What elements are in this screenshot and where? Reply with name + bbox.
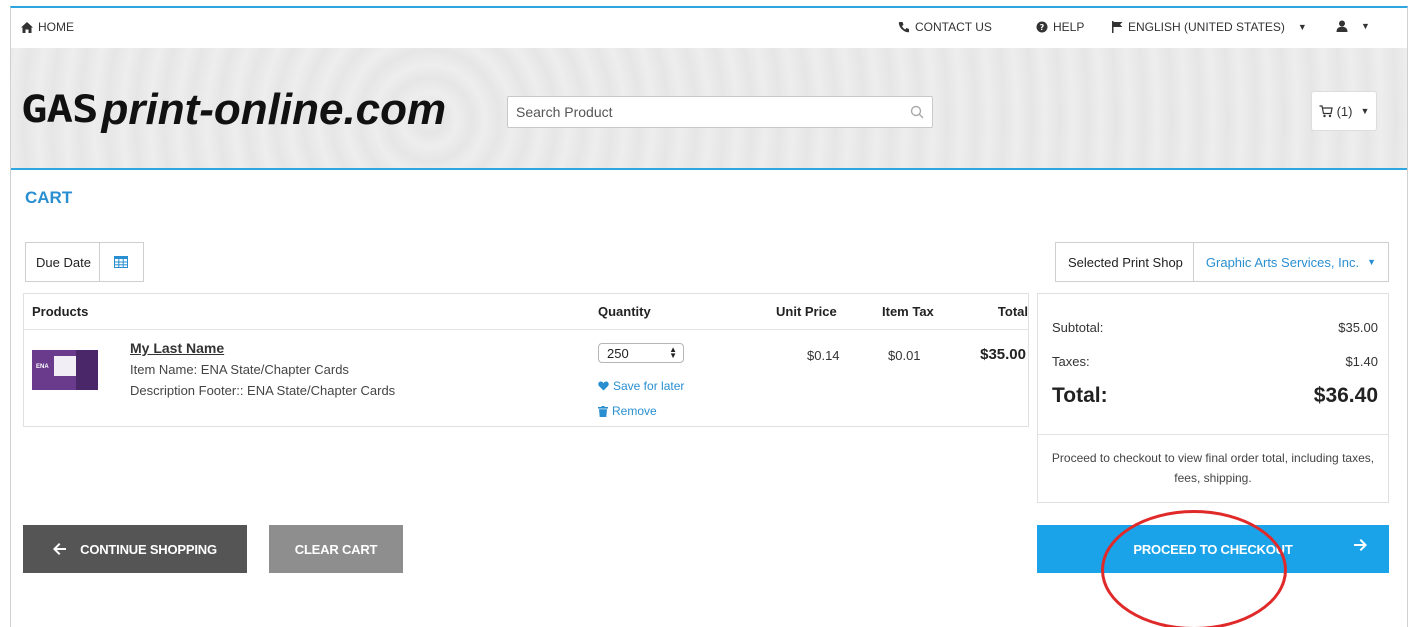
due-date-label: Due Date — [36, 254, 91, 270]
site-logo[interactable]: GAS print-online.com — [21, 84, 446, 135]
chevron-down-icon: ▼ — [1361, 21, 1370, 31]
save-for-later-label: Save for later — [613, 379, 685, 393]
due-date-picker: Due Date — [25, 242, 144, 282]
item-tax: $0.01 — [888, 348, 921, 363]
total-value: $36.40 — [1313, 384, 1378, 407]
taxes-value: $1.40 — [1345, 354, 1378, 369]
column-header-item-tax: Item Tax — [882, 304, 934, 319]
print-shop-value: Graphic Arts Services, Inc. — [1205, 254, 1360, 270]
unit-price: $0.14 — [807, 348, 840, 363]
row-total: $35.00 — [980, 346, 1026, 363]
cart-count: (1) — [1336, 103, 1353, 119]
help-label: HELP — [1053, 20, 1085, 34]
language-label: ENGLISH (UNITED STATES) — [1128, 20, 1285, 34]
quantity-select[interactable]: 250 ▲ ▼ — [598, 343, 684, 363]
print-shop-label: Selected Print Shop — [1068, 254, 1183, 270]
cart-icon — [1319, 104, 1333, 117]
total-row: Total: $36.40 — [1052, 384, 1378, 408]
help-icon: ? — [1036, 21, 1048, 33]
print-shop-selector: Selected Print Shop Graphic Arts Service… — [1055, 242, 1389, 282]
page: HOME CONTACT US ? HELP ENGLISH (UNITED S… — [10, 6, 1408, 627]
product-description: Description Footer:: ENA State/Chapter C… — [130, 383, 396, 398]
proceed-to-checkout-label: PROCEED TO CHECKOUT — [1133, 541, 1293, 557]
arrow-left-icon — [53, 543, 67, 555]
home-label: HOME — [38, 20, 74, 34]
contact-link[interactable]: CONTACT US — [898, 20, 992, 34]
page-title: CART — [25, 188, 73, 207]
chevron-down-icon: ▼ — [1297, 22, 1307, 32]
total-label: Total: — [1052, 384, 1108, 407]
proceed-to-checkout-button[interactable]: PROCEED TO CHECKOUT — [1037, 525, 1389, 573]
taxes-row: Taxes: $1.40 — [1052, 354, 1378, 369]
user-icon — [1336, 20, 1348, 32]
calendar-icon — [114, 256, 129, 268]
contact-label: CONTACT US — [915, 20, 992, 34]
user-menu[interactable]: ▼ — [1336, 20, 1370, 32]
summary-divider — [1038, 434, 1388, 435]
stepper-arrows-icon: ▲ ▼ — [669, 345, 677, 360]
search-input[interactable] — [508, 97, 888, 127]
clear-cart-button[interactable]: CLEAR CART — [269, 525, 403, 573]
column-header-quantity: Quantity — [598, 304, 651, 319]
search-box — [507, 96, 933, 128]
arrow-right-icon — [1354, 539, 1367, 551]
continue-shopping-button[interactable]: CONTINUE SHOPPING — [23, 525, 247, 573]
cart-button[interactable]: (1) ▼ — [1311, 91, 1377, 131]
column-header-unit-price: Unit Price — [776, 304, 837, 319]
chevron-down-icon: ▼ — [1360, 106, 1370, 116]
chevron-down-icon: ▼ — [1367, 257, 1376, 267]
remove-label: Remove — [612, 404, 657, 418]
home-link[interactable]: HOME — [21, 20, 74, 34]
search-icon[interactable] — [910, 105, 924, 119]
print-shop-dropdown[interactable]: Graphic Arts Services, Inc. ▼ — [1192, 243, 1388, 281]
site-header: GAS print-online.com (1) ▼ — [11, 48, 1407, 170]
product-item-name: Item Name: ENA State/Chapter Cards — [130, 362, 349, 377]
cart-products-table: Products Quantity Unit Price Item Tax To… — [23, 293, 1029, 427]
thumbnail-label: ENA — [36, 364, 49, 370]
logo-mark: GAS — [21, 87, 98, 132]
trash-icon — [598, 405, 608, 417]
thumbnail-band — [76, 350, 98, 390]
clear-cart-label: CLEAR CART — [294, 541, 378, 557]
calendar-button[interactable] — [98, 243, 143, 281]
save-for-later-link[interactable]: Save for later — [598, 379, 684, 393]
language-selector[interactable]: ENGLISH (UNITED STATES) ▼ — [1112, 20, 1307, 34]
product-thumbnail[interactable]: ENA — [32, 350, 98, 390]
heart-icon — [598, 381, 609, 391]
top-bar: HOME CONTACT US ? HELP ENGLISH (UNITED S… — [11, 8, 1407, 48]
quantity-value: 250 — [607, 345, 629, 361]
subtotal-value: $35.00 — [1338, 320, 1378, 335]
logo-text: print-online.com — [101, 85, 447, 134]
help-link[interactable]: ? HELP — [1036, 20, 1084, 34]
home-icon — [21, 21, 33, 33]
flag-icon — [1112, 21, 1123, 33]
subtotal-row: Subtotal: $35.00 — [1052, 320, 1378, 335]
remove-link[interactable]: Remove — [598, 404, 657, 418]
subtotal-label: Subtotal: — [1052, 320, 1104, 335]
table-header: Products Quantity Unit Price Item Tax To… — [24, 294, 1028, 330]
phone-icon — [898, 22, 909, 33]
continue-shopping-label: CONTINUE SHOPPING — [80, 541, 217, 557]
svg-text:?: ? — [1040, 23, 1045, 32]
order-summary: Subtotal: $35.00 Taxes: $1.40 Total: $36… — [1037, 293, 1389, 503]
column-header-products: Products — [32, 304, 89, 319]
checkout-note: Proceed to checkout to view final order … — [1051, 451, 1375, 485]
column-header-total: Total — [997, 304, 1028, 319]
taxes-label: Taxes: — [1052, 354, 1090, 369]
product-name-link[interactable]: My Last Name — [130, 340, 224, 356]
